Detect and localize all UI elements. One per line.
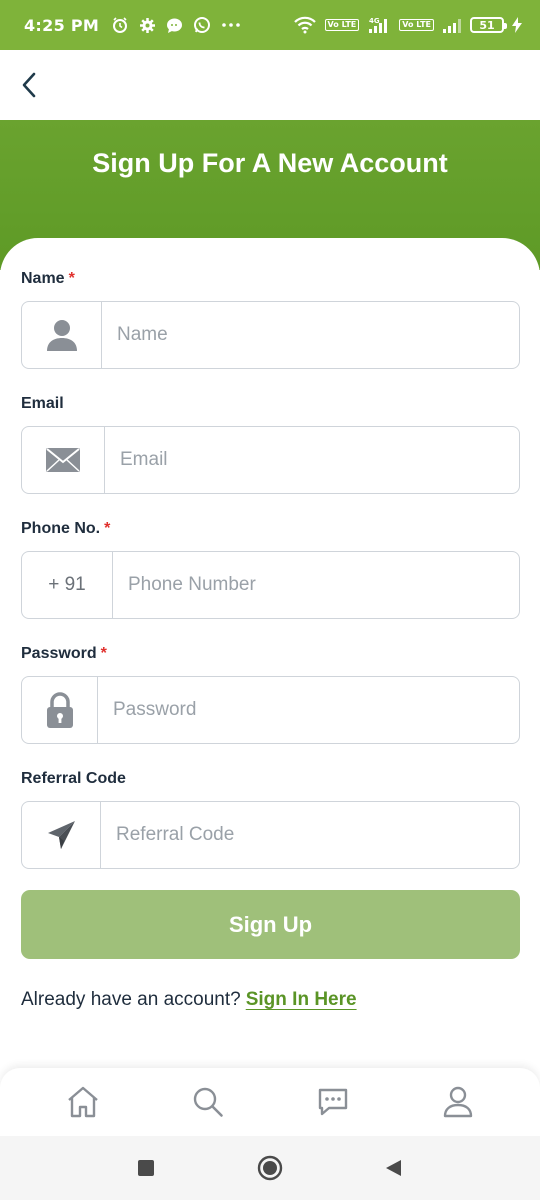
country-code-prefix: + 91 — [22, 552, 113, 618]
chat-bubble-icon — [167, 18, 183, 33]
chat-icon — [318, 1088, 347, 1116]
required-mark: * — [68, 270, 75, 287]
nav-search[interactable] — [178, 1077, 238, 1127]
name-input[interactable] — [102, 302, 519, 368]
home-icon — [67, 1086, 98, 1118]
phone-field: + 91 — [21, 551, 520, 619]
paper-plane-icon — [48, 821, 75, 849]
password-label-text: Password — [21, 645, 97, 662]
profile-icon — [443, 1086, 472, 1118]
email-field-prefix — [22, 427, 105, 493]
referral-input[interactable] — [101, 802, 519, 868]
nav-profile[interactable] — [428, 1077, 488, 1127]
sign-up-button[interactable]: Sign Up — [21, 890, 520, 959]
alarm-icon — [113, 17, 128, 33]
user-icon — [46, 320, 77, 351]
settings-icon — [140, 17, 156, 33]
chevron-left-icon — [22, 72, 36, 98]
nav-messages[interactable] — [303, 1077, 363, 1127]
battery-indicator: 51 — [470, 17, 507, 33]
volte-badge-2: Vo LTE — [399, 19, 434, 31]
required-mark: * — [100, 645, 107, 662]
wifi-icon — [293, 16, 316, 34]
status-notification-icons — [111, 16, 241, 34]
phone-label: Phone No. * — [21, 520, 110, 538]
name-label: Name * — [21, 270, 75, 288]
system-navigation-bar — [0, 1136, 540, 1200]
square-icon — [138, 1160, 154, 1176]
charging-bolt-icon — [512, 17, 522, 33]
signal-icon-2 — [443, 19, 461, 33]
whatsapp-icon — [194, 17, 211, 33]
recents-button[interactable] — [126, 1148, 166, 1188]
status-time: 4:25 PM — [24, 15, 100, 35]
email-input[interactable] — [105, 427, 519, 493]
password-label: Password * — [21, 645, 107, 663]
sign-in-link[interactable]: Sign In Here — [246, 989, 357, 1010]
name-field — [21, 301, 520, 369]
password-field — [21, 676, 520, 744]
phone-input[interactable] — [113, 552, 519, 618]
more-dots-icon — [222, 23, 240, 27]
password-field-prefix — [22, 677, 98, 743]
referral-label: Referral Code — [21, 770, 126, 788]
back-button[interactable] — [14, 70, 44, 100]
phone-label-text: Phone No. — [21, 520, 101, 537]
sign-in-prompt: Already have an account? Sign In Here — [21, 989, 357, 1011]
volte-badge: Vo LTE — [324, 19, 360, 31]
email-field — [21, 426, 520, 494]
search-icon — [193, 1087, 223, 1117]
bottom-navigation — [0, 1068, 540, 1136]
circle-home-icon — [257, 1155, 283, 1181]
network-type-label: 4G — [369, 17, 380, 25]
email-label-text: Email — [21, 395, 64, 412]
lock-icon — [46, 692, 73, 728]
top-app-bar — [0, 50, 540, 120]
referral-label-text: Referral Code — [21, 770, 126, 787]
required-mark: * — [104, 520, 111, 537]
referral-field-prefix — [22, 802, 101, 868]
referral-field — [21, 801, 520, 869]
page-title: Sign Up For A New Account — [92, 148, 448, 178]
back-system-button[interactable] — [374, 1148, 414, 1188]
status-bar: 4:25 PM Vo LTE 4G Vo LTE 51 — [0, 0, 540, 50]
name-label-text: Name — [21, 270, 65, 287]
email-label: Email — [21, 395, 64, 413]
name-field-prefix — [22, 302, 102, 368]
battery-level: 51 — [479, 18, 495, 32]
signal-icon: 4G — [369, 17, 388, 33]
status-system-icons: Vo LTE 4G Vo LTE 51 — [293, 16, 522, 34]
nav-home[interactable] — [53, 1077, 113, 1127]
triangle-back-icon — [386, 1160, 401, 1176]
envelope-icon — [46, 448, 80, 472]
home-system-button[interactable] — [250, 1148, 290, 1188]
password-input[interactable] — [98, 677, 519, 743]
sign-in-prompt-text: Already have an account? — [21, 989, 241, 1010]
country-code: + 91 — [48, 574, 86, 595]
